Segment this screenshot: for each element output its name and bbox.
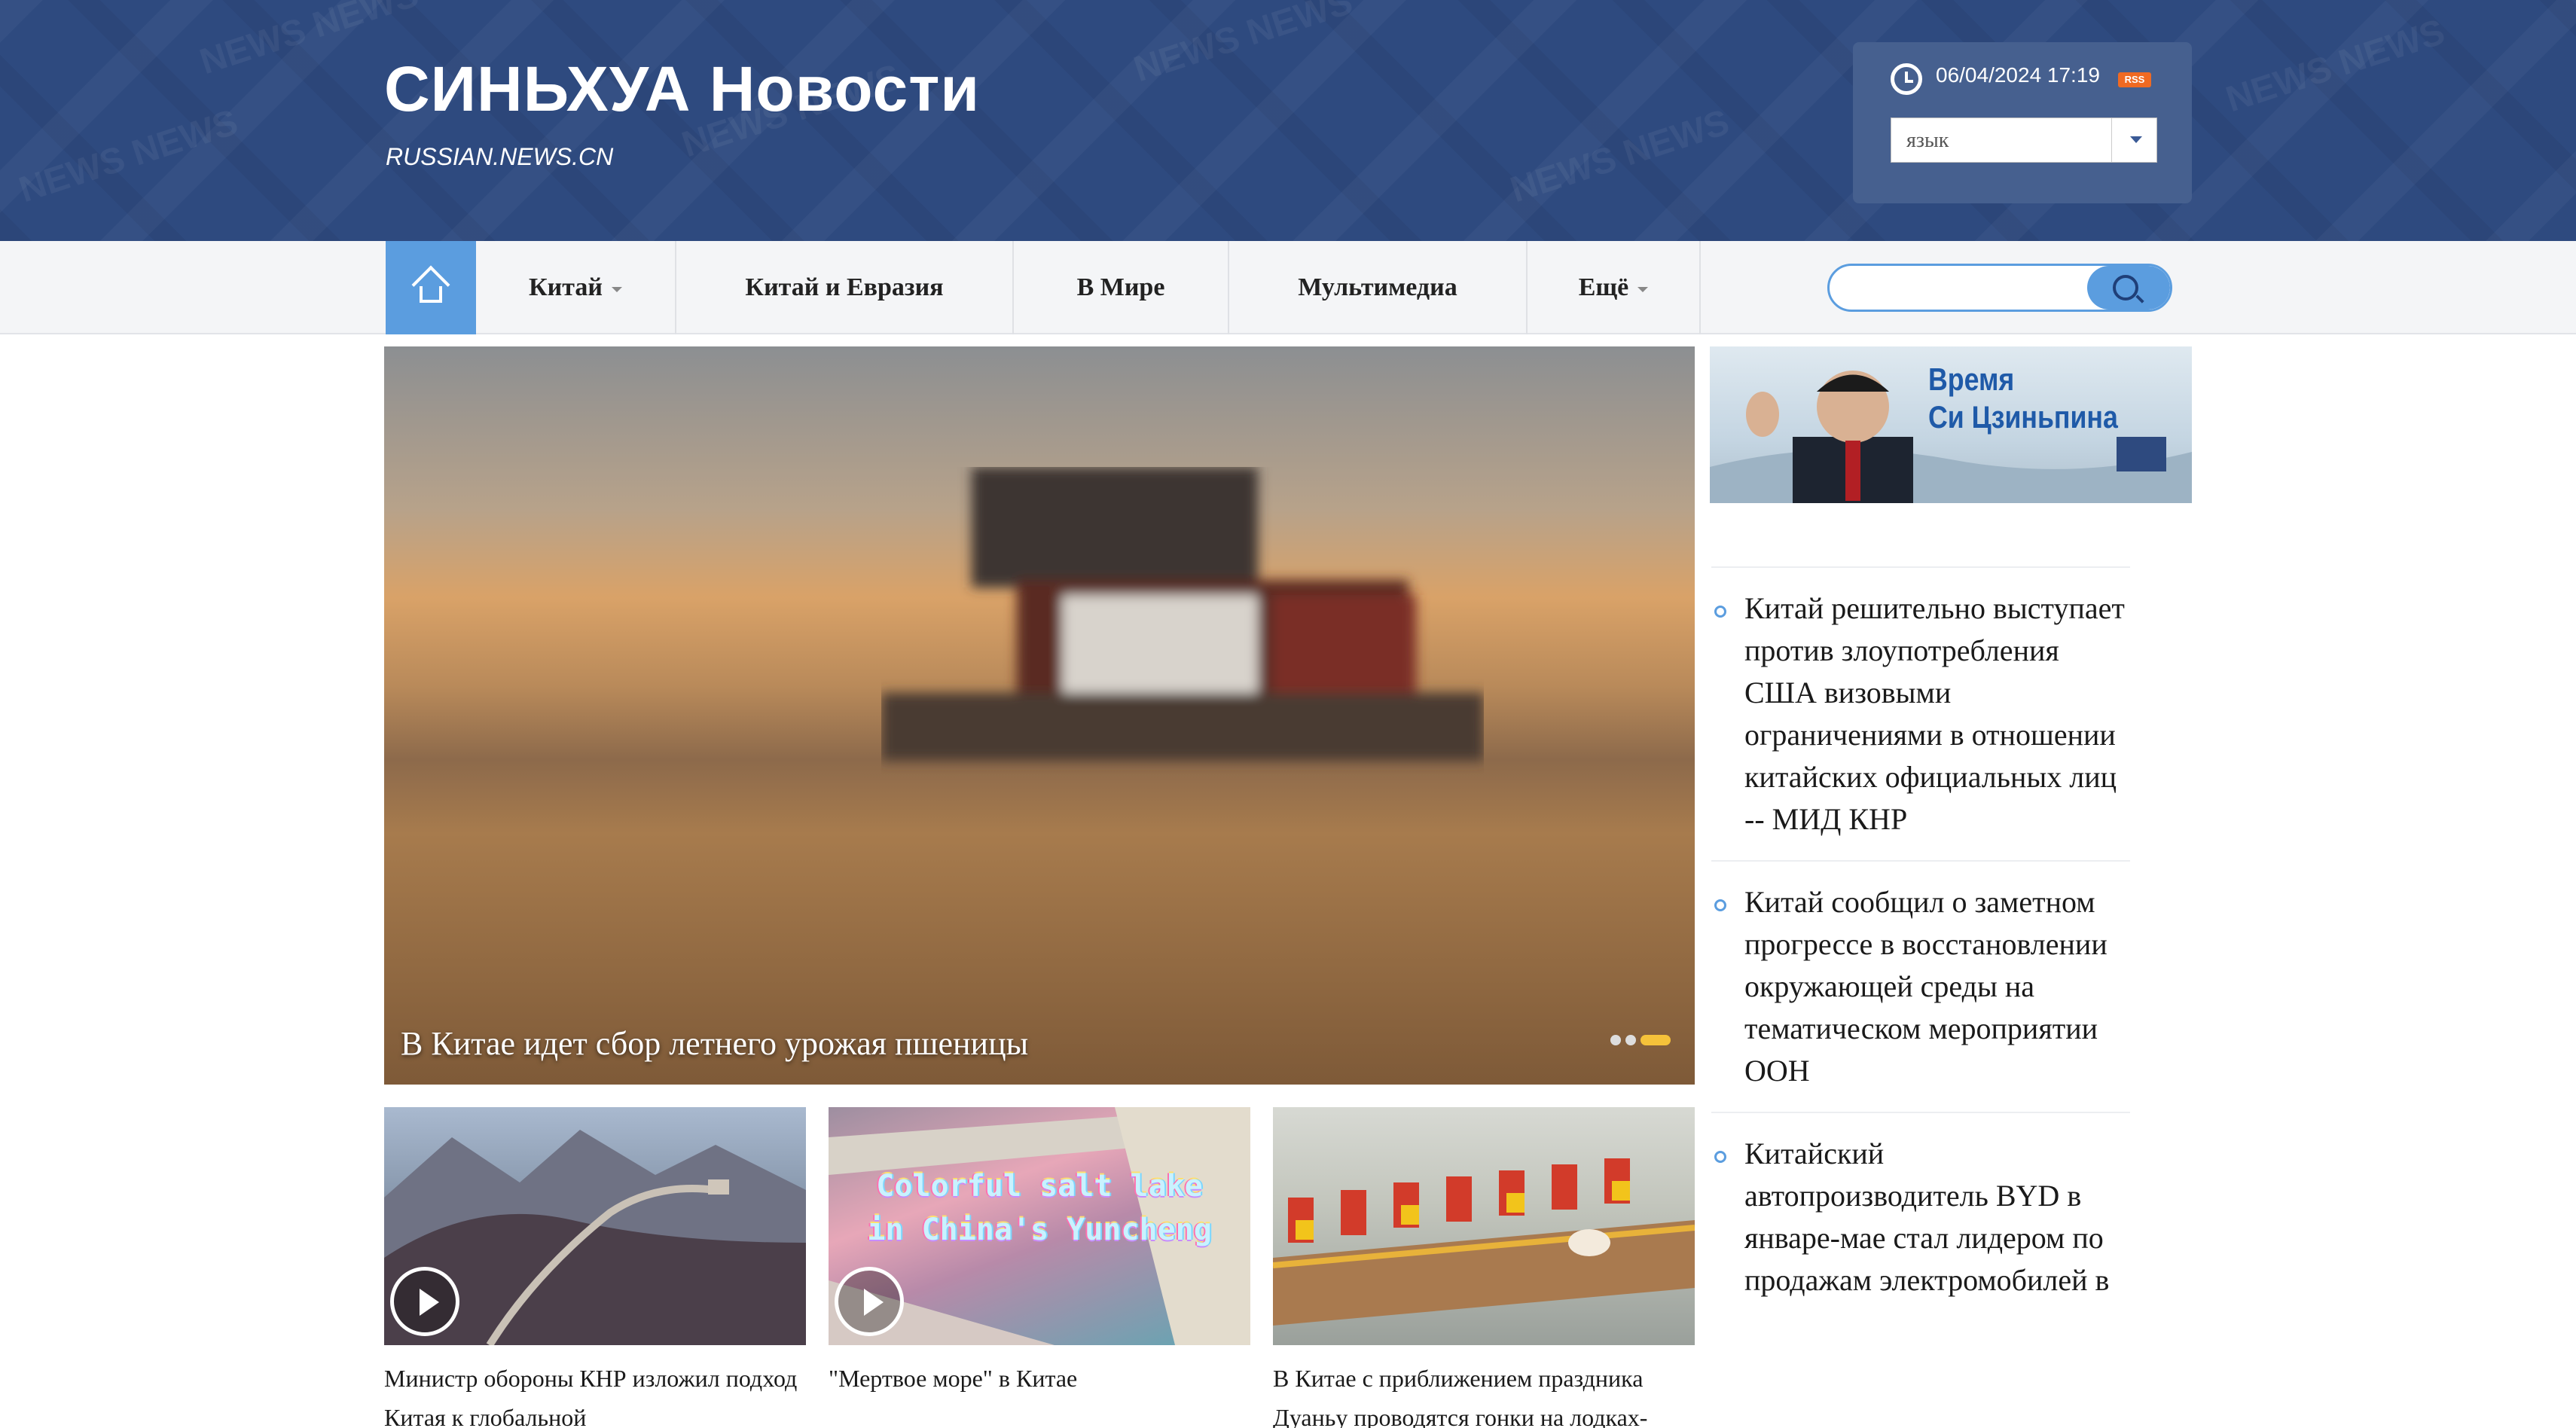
- nav-item-label: Китай и Евразия: [745, 273, 944, 301]
- news-headline[interactable]: Китайский автопроизводитель BYD в январе…: [1744, 1133, 2130, 1301]
- thumbnail-dragon-boat[interactable]: [1273, 1107, 1695, 1345]
- thumbnail-caption[interactable]: "Мертвое море" в Китае: [829, 1359, 1250, 1398]
- promo-line2: Си Цзиньпина: [1928, 399, 2118, 435]
- caret-down-icon: [611, 286, 622, 292]
- language-select[interactable]: язык: [1891, 117, 2157, 163]
- chevron-down-icon[interactable]: [2111, 118, 2156, 162]
- search-box: [1827, 264, 2172, 312]
- home-icon-base: [420, 286, 442, 303]
- nav-item-label: Мультимедиа: [1298, 273, 1457, 301]
- current-datetime: 06/04/2024 17:19: [1936, 63, 2100, 87]
- search-input[interactable]: [1830, 266, 2086, 310]
- hero-slider[interactable]: В Китае идет сбор летнего урожая пшеницы: [384, 346, 1695, 1085]
- site-title[interactable]: СИНЬХУА Новости: [384, 53, 980, 126]
- list-item[interactable]: Китай решительно выступает против злоупо…: [1711, 566, 2130, 860]
- slider-dot-active[interactable]: [1641, 1035, 1671, 1046]
- search-button[interactable]: [2087, 266, 2170, 310]
- watermark: NEWS NEWS: [2221, 11, 2450, 121]
- bullet-icon: [1714, 606, 1726, 618]
- xi-jinping-time-banner[interactable]: Время Си Цзиньпина: [1710, 346, 2192, 503]
- video-thumbnail-great-wall[interactable]: [384, 1107, 806, 1345]
- thumbnail-overlay-line2: in China's Yuncheng: [867, 1213, 1212, 1247]
- slider-dot[interactable]: [1610, 1035, 1621, 1046]
- watermark: NEWS NEWS: [1129, 0, 1358, 90]
- play-icon[interactable]: [390, 1267, 459, 1336]
- hero-caption[interactable]: В Китае идет сбор летнего урожая пшеницы: [401, 1024, 1028, 1063]
- nav-item-china-eurasia[interactable]: Китай и Евразия: [676, 241, 1014, 334]
- thumbnail-caption[interactable]: Министр обороны КНР изложил подход Китая…: [384, 1359, 806, 1428]
- thumbnail-caption[interactable]: В Китае с приближением праздника Дуаньу …: [1273, 1359, 1695, 1428]
- home-button[interactable]: [386, 241, 476, 334]
- news-headline[interactable]: Китай решительно выступает против злоупо…: [1744, 587, 2130, 841]
- clock-icon: [1891, 63, 1922, 95]
- bullet-icon: [1714, 899, 1726, 911]
- nav-item-more[interactable]: Ещё: [1528, 241, 1701, 334]
- nav-item-world[interactable]: В Мире: [1014, 241, 1229, 334]
- slider-dots: [1610, 1033, 1675, 1047]
- caret-down-icon: [1637, 286, 1649, 292]
- news-logo-icon: [2117, 437, 2166, 471]
- watermark: NEWS NEWS: [14, 102, 243, 211]
- language-select-value: язык: [1906, 129, 1949, 152]
- list-item[interactable]: Китай сообщил о заметном прогрессе в вос…: [1711, 860, 2130, 1112]
- thumbnail-overlay-line1: Colorful salt lake: [876, 1169, 1203, 1204]
- video-thumbnail-salt-lake[interactable]: Colorful salt lake in China's Yuncheng: [829, 1107, 1250, 1345]
- news-list: Китай решительно выступает против злоупо…: [1711, 566, 2130, 1321]
- rss-icon[interactable]: RSS: [2118, 72, 2151, 87]
- site-subtitle[interactable]: RUSSIAN.NEWS.CN: [386, 143, 613, 171]
- play-icon[interactable]: [835, 1267, 904, 1336]
- main-nav: Китай Китай и Евразия В Мире Мультимедиа…: [0, 241, 2576, 334]
- list-item[interactable]: Китайский автопроизводитель BYD в январе…: [1711, 1112, 2130, 1321]
- nav-item-multimedia[interactable]: Мультимедиа: [1229, 241, 1528, 334]
- nav-item-label: Китай: [529, 273, 603, 301]
- site-header: NEWS NEWS NEWS NEWS NEWS NEWS NEWS NEWS …: [0, 0, 2576, 241]
- bullet-icon: [1714, 1151, 1726, 1163]
- date-language-box: 06/04/2024 17:19 RSS язык: [1853, 42, 2192, 203]
- slider-dot[interactable]: [1625, 1035, 1636, 1046]
- nav-item-label: В Мире: [1076, 273, 1165, 301]
- harvester-image: [881, 467, 1484, 761]
- nav-item-label: Ещё: [1578, 273, 1629, 301]
- dragon-boat-image: [1273, 1158, 1695, 1326]
- promo-line1: Время: [1928, 362, 2015, 397]
- search-icon: [2113, 275, 2138, 301]
- nav-item-china[interactable]: Китай: [476, 241, 676, 334]
- news-headline[interactable]: Китай сообщил о заметном прогрессе в вос…: [1744, 881, 2130, 1092]
- watermark: NEWS NEWS: [1506, 102, 1735, 211]
